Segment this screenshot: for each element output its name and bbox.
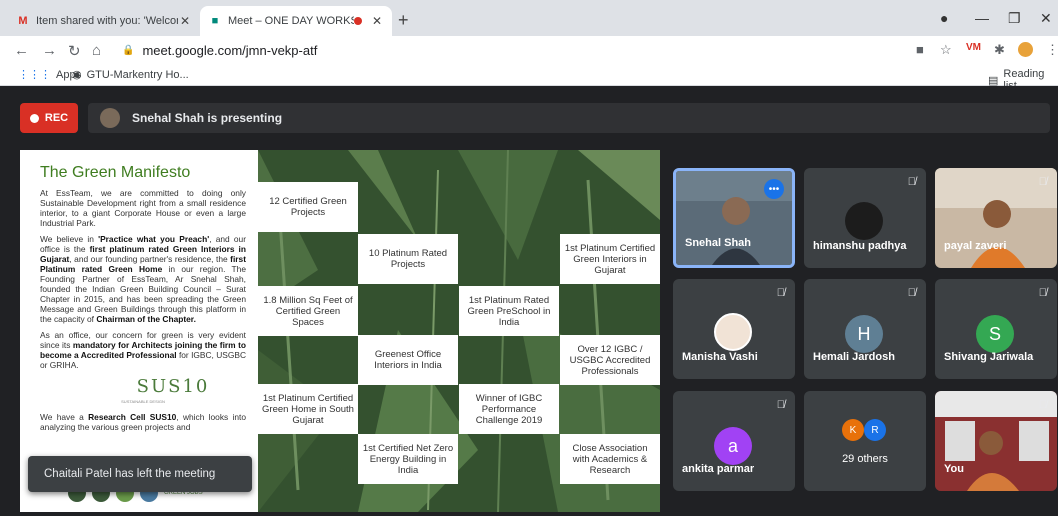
- participant-tile-ankita-parmar[interactable]: 🎙̸ a ankita parmar: [673, 391, 795, 491]
- presenter-avatar: [100, 108, 120, 128]
- avatar: R: [864, 419, 886, 441]
- address-bar-row: ← → ↻ ⌂ 🔒 meet.google.com/jmn-vekp-atf ■…: [0, 36, 1058, 64]
- bookmarks-bar: ⋮⋮⋮ Apps ◉ GTU-Markentry Ho... ▤ Reading…: [0, 64, 1058, 92]
- participant-tile-hemali-jardosh[interactable]: 🎙̸ H Hemali Jardosh: [804, 279, 926, 379]
- avatar: H: [845, 315, 883, 353]
- slide-paragraph: We have a Research Cell SUS10, which loo…: [40, 412, 247, 432]
- stat-cell: Over 12 IGBC / USGBC Accredited Professi…: [560, 335, 660, 385]
- participant-tile-snehal-shah[interactable]: ••• Snehal Shah: [673, 168, 795, 268]
- participant-tile-himanshu-padhya[interactable]: 🎙̸ himanshu padhya: [804, 168, 926, 268]
- participant-name: Shivang Jariwala: [944, 351, 1034, 363]
- tab-strip: M Item shared with you: 'Welcome ✕ ■ Mee…: [0, 0, 1058, 36]
- mic-off-icon: 🎙̸: [907, 176, 916, 188]
- participant-name: You: [944, 463, 964, 475]
- slide-paragraph: At EssTeam, we are committed to doing on…: [40, 188, 246, 228]
- bookmark-gtu[interactable]: ◉ GTU-Markentry Ho...: [72, 68, 189, 82]
- avatar: S: [976, 315, 1014, 353]
- others-count: 29 others: [842, 453, 888, 465]
- reading-list-icon: ▤: [988, 74, 999, 87]
- window-close-button[interactable]: ✕: [1040, 10, 1052, 27]
- reload-button[interactable]: ↻: [68, 42, 81, 60]
- mic-off-icon: 🎙̸: [1038, 287, 1047, 299]
- minimize-button[interactable]: —: [975, 10, 989, 26]
- stat-cell: 1st Platinum Certified Green Home in Sou…: [258, 384, 358, 434]
- participant-name: Manisha Vashi: [682, 351, 758, 363]
- stat-cell: Close Association with Academics & Resea…: [560, 434, 660, 484]
- puzzle-icon[interactable]: ✱: [994, 42, 1005, 58]
- participant-name: ankita parmar: [682, 463, 755, 475]
- avatar: K: [842, 419, 864, 441]
- mic-off-icon: 🎙̸: [1038, 176, 1047, 188]
- mic-off-icon: 🎙̸: [1038, 399, 1047, 411]
- participant-name: Snehal Shah: [685, 237, 752, 249]
- restore-button[interactable]: ❐: [1008, 10, 1021, 27]
- stat-cell: 1st Certified Net Zero Energy Building i…: [358, 434, 458, 484]
- forward-button[interactable]: →: [42, 42, 57, 59]
- participant-tile-shivang-jariwala[interactable]: 🎙̸ S Shivang Jariwala: [935, 279, 1057, 379]
- apps-grid-icon: ⋮⋮⋮: [18, 69, 51, 81]
- slide-title: The Green Manifesto: [40, 164, 191, 181]
- new-tab-button[interactable]: +: [398, 10, 409, 31]
- avatar: [845, 202, 883, 240]
- sus10-logo: SUS10: [136, 376, 210, 397]
- stat-cell: 10 Platinum Rated Projects: [358, 234, 458, 284]
- stat-cell: Winner of IGBC Performance Challenge 201…: [459, 384, 559, 434]
- profile-dot-icon[interactable]: ●: [940, 10, 948, 26]
- participant-tile-payal-zaveri[interactable]: 🎙̸ payal zaveri: [935, 168, 1057, 268]
- star-icon[interactable]: ☆: [940, 42, 952, 58]
- participant-tile-manisha-vashi[interactable]: 🎙̸ Manisha Vashi: [673, 279, 795, 379]
- camera-icon[interactable]: ■: [916, 42, 924, 57]
- stat-cell: 12 Certified Green Projects: [258, 182, 358, 232]
- extension-icon[interactable]: VM: [966, 42, 981, 53]
- bookmark-label: GTU-Markentry Ho...: [86, 68, 189, 81]
- participant-name: Hemali Jardosh: [813, 351, 895, 363]
- participant-name: payal zaveri: [944, 240, 1007, 252]
- stat-cell: 1st Platinum Certified Green Interiors i…: [560, 234, 660, 284]
- gmail-icon: M: [18, 15, 28, 27]
- sus10-subtitle: SUSTAINABLE DESIGN: [121, 399, 165, 404]
- meet-stage: REC Snehal Shah is presenting The Green …: [0, 86, 1058, 516]
- tab-drive-share[interactable]: M Item shared with you: 'Welcome ✕: [8, 6, 200, 36]
- mic-off-icon: 🎙̸: [776, 287, 785, 299]
- url-text: meet.google.com/jmn-vekp-atf: [142, 42, 318, 58]
- participant-tile-others[interactable]: K R 29 others: [804, 391, 926, 491]
- globe-icon: ◉: [72, 69, 82, 81]
- avatar: a: [714, 427, 752, 465]
- lock-icon: 🔒: [122, 44, 135, 56]
- slide-paragraph: As an office, our concern for green is v…: [40, 330, 246, 370]
- tab-title: Item shared with you: 'Welcome: [36, 15, 178, 27]
- home-button[interactable]: ⌂: [92, 42, 101, 59]
- more-options-button[interactable]: •••: [764, 179, 784, 199]
- back-button[interactable]: ←: [14, 42, 29, 59]
- tab-meet[interactable]: ■ Meet – ONE DAY WORKSHO ✕: [200, 6, 392, 36]
- meet-icon: ■: [211, 15, 219, 27]
- mic-off-icon: 🎙̸: [776, 399, 785, 411]
- mic-off-icon: 🎙̸: [907, 287, 916, 299]
- notification-toast: Chaitali Patel has left the meeting: [28, 456, 252, 492]
- participant-tile-you[interactable]: 🎙̸ You: [935, 391, 1057, 491]
- close-icon[interactable]: ✕: [370, 14, 384, 28]
- stat-cell: 1.8 Million Sq Feet of Certified Green S…: [258, 286, 358, 336]
- menu-icon[interactable]: ⋮: [1046, 42, 1058, 58]
- presenter-text: Snehal Shah is presenting: [132, 111, 283, 125]
- profile-avatar[interactable]: [1018, 42, 1033, 57]
- presenter-banner: Snehal Shah is presenting: [88, 103, 1050, 133]
- slide-paragraph: We believe in 'Practice what you Preach'…: [40, 234, 246, 324]
- avatar: [714, 313, 752, 351]
- recording-indicator[interactable]: REC: [20, 103, 78, 133]
- rec-label: REC: [44, 112, 69, 124]
- stat-cell: 1st Platinum Rated Green PreSchool in In…: [459, 286, 559, 336]
- close-icon[interactable]: ✕: [178, 14, 192, 28]
- recording-icon: [354, 17, 362, 25]
- record-dot-icon: [29, 113, 39, 123]
- participant-name: himanshu padhya: [813, 240, 907, 252]
- stat-cell: Greenest Office Interiors in India: [358, 335, 458, 385]
- slide-photo-grid: 12 Certified Green Projects 10 Platinum …: [258, 150, 660, 512]
- url-bar[interactable]: 🔒 meet.google.com/jmn-vekp-atf: [110, 39, 930, 61]
- tab-title: Meet – ONE DAY WORKSHO: [228, 15, 354, 27]
